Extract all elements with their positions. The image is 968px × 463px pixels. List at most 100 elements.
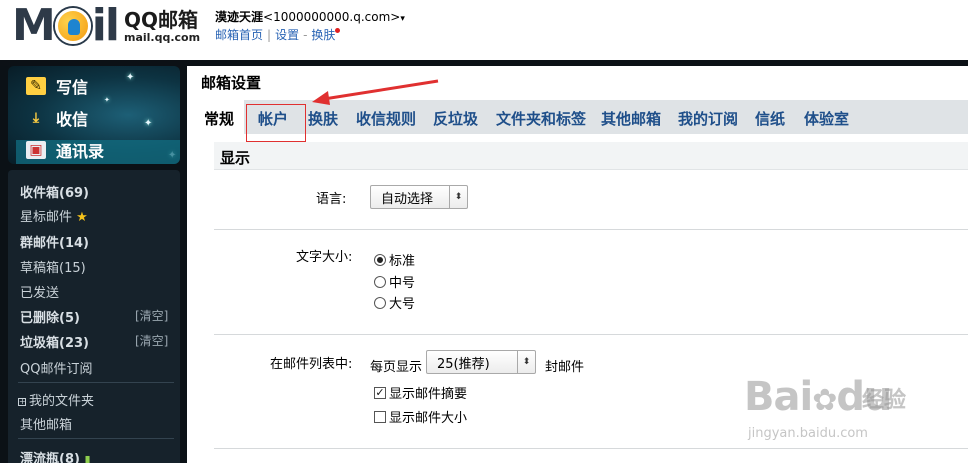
folder-sent[interactable]: 已发送 bbox=[20, 282, 59, 301]
display-section-header: 显示 bbox=[214, 142, 968, 170]
radio-unselected-icon bbox=[374, 275, 386, 288]
star-decoration-icon: ✦ bbox=[126, 72, 135, 83]
logo-letter-m: M bbox=[12, 0, 56, 51]
clear-deleted-link[interactable]: [清空] bbox=[135, 307, 168, 324]
contacts-label: 通讯录 bbox=[56, 142, 105, 161]
inbox-icon: ⤓ bbox=[32, 110, 40, 126]
folder-spam[interactable]: 垃圾箱(23) bbox=[20, 332, 89, 351]
star-icon: ★ bbox=[76, 210, 88, 225]
compose-label: 写信 bbox=[56, 78, 89, 97]
watermark-cn: 经验 bbox=[862, 388, 907, 413]
logo-mascot-icon bbox=[54, 8, 91, 44]
tab-stationery[interactable]: 信纸 bbox=[755, 108, 785, 129]
contacts-button[interactable]: ▣ 通讯录 bbox=[26, 138, 104, 162]
language-label: 语言: bbox=[316, 192, 347, 207]
change-skin-link[interactable]: 换肤 bbox=[311, 28, 335, 42]
folder-divider bbox=[18, 382, 174, 383]
font-size-label: 文字大小: bbox=[296, 250, 353, 265]
tab-skin[interactable]: 换肤 bbox=[308, 108, 338, 129]
per-page-prefix: 每页显示 bbox=[370, 360, 423, 375]
section-title: 显示 bbox=[220, 149, 251, 167]
radio-unselected-icon bbox=[374, 296, 386, 309]
folder-inbox[interactable]: 收件箱(69) bbox=[20, 182, 89, 201]
header-links: 邮箱首页 | 设置 - 换肤 bbox=[215, 26, 341, 43]
per-page-suffix: 封邮件 bbox=[545, 360, 585, 375]
tab-folders-labels[interactable]: 文件夹和标签 bbox=[496, 108, 586, 129]
inbox-button[interactable]: ⤓ 收信 bbox=[26, 106, 88, 130]
brand-domain: mail.qq.com bbox=[124, 31, 201, 44]
folder-subscriptions[interactable]: QQ邮件订阅 bbox=[20, 358, 92, 377]
show-size-label: 显示邮件大小 bbox=[389, 411, 468, 426]
language-select[interactable]: 自动选择 ⬍ bbox=[370, 185, 468, 209]
watermark-url: jingyan.baidu.com bbox=[748, 426, 868, 441]
inbox-label: 收信 bbox=[56, 110, 89, 129]
font-size-medium-label: 中号 bbox=[389, 276, 416, 291]
compose-button[interactable]: ✎ 写信 bbox=[26, 74, 88, 98]
tab-general[interactable]: 常规 bbox=[194, 100, 245, 134]
folder-group-mail[interactable]: 群邮件(14) bbox=[20, 232, 89, 251]
font-size-large-label: 大号 bbox=[389, 297, 416, 312]
user-account-menu[interactable]: 漠迹天涯<1000000000.q.com>▾ bbox=[215, 8, 405, 25]
row-divider bbox=[214, 229, 968, 230]
checkbox-checked-icon: ✓ bbox=[374, 385, 386, 399]
mail-list-label: 在邮件列表中: bbox=[270, 357, 353, 372]
mailbox-home-link[interactable]: 邮箱首页 bbox=[215, 28, 263, 42]
chevron-down-icon[interactable]: ▾ bbox=[400, 14, 405, 24]
settings-link[interactable]: 设置 bbox=[275, 28, 299, 42]
contacts-icon: ▣ bbox=[26, 141, 46, 159]
folder-deleted[interactable]: 已删除(5) bbox=[20, 307, 80, 326]
primary-nav-panel: ✦ ✦ ✦ ✦ ✎ 写信 ⤓ 收信 ▣ 通讯录 bbox=[8, 66, 180, 164]
radio-selected-icon bbox=[374, 253, 386, 266]
sidebar: ✦ ✦ ✦ ✦ ✎ 写信 ⤓ 收信 ▣ 通讯录 收件箱(69) 星标邮件 ★ 群… bbox=[0, 60, 184, 463]
checkbox-unchecked-icon bbox=[374, 410, 386, 423]
select-arrows-icon: ⬍ bbox=[517, 351, 535, 373]
language-select-value: 自动选择 bbox=[381, 191, 434, 207]
user-name: 漠迹天涯 bbox=[215, 10, 264, 24]
font-size-medium-radio[interactable]: 中号 bbox=[374, 272, 415, 291]
my-folders-toggle[interactable]: + 我的文件夹 bbox=[18, 390, 94, 409]
link-separator: | bbox=[267, 28, 272, 42]
tab-other-mailboxes[interactable]: 其他邮箱 bbox=[601, 108, 661, 129]
tab-anti-spam[interactable]: 反垃圾 bbox=[433, 108, 478, 129]
font-size-large-radio[interactable]: 大号 bbox=[374, 293, 415, 312]
paw-icon: ✿ bbox=[812, 383, 837, 418]
clear-spam-link[interactable]: [清空] bbox=[135, 332, 168, 349]
tab-labs[interactable]: 体验室 bbox=[804, 108, 849, 129]
folder-divider bbox=[18, 438, 174, 439]
row-divider bbox=[214, 334, 968, 335]
per-page-select[interactable]: 25(推荐) ⬍ bbox=[426, 350, 536, 374]
font-size-standard-radio[interactable]: 标准 bbox=[374, 250, 415, 269]
folder-other-mail[interactable]: 其他邮箱 bbox=[20, 414, 72, 433]
bottle-icon: ▮ bbox=[84, 453, 91, 463]
show-size-checkbox[interactable]: 显示邮件大小 bbox=[374, 407, 467, 426]
show-summary-checkbox[interactable]: ✓ 显示邮件摘要 bbox=[374, 383, 467, 402]
show-summary-label: 显示邮件摘要 bbox=[389, 387, 468, 402]
baidu-jingyan-watermark: Bai✿du 经验 jingyan.baidu.com bbox=[744, 368, 924, 458]
font-size-standard-label: 标准 bbox=[389, 254, 416, 269]
user-email: <1000000000.q.com> bbox=[263, 10, 401, 24]
drift-bottle-label: 漂流瓶(8) bbox=[20, 452, 80, 463]
page-title: 邮箱设置 bbox=[201, 74, 262, 92]
brand: QQ邮箱 mail.qq.com bbox=[124, 8, 200, 44]
per-page-select-value: 25(推荐) bbox=[437, 356, 490, 372]
pen-icon: ✎ bbox=[26, 77, 46, 95]
qqmail-logo[interactable]: M il bbox=[12, 0, 120, 51]
annotation-highlight-box bbox=[246, 104, 306, 142]
header: M il QQ邮箱 mail.qq.com 漠迹天涯<1000000000.q.… bbox=[0, 0, 968, 60]
brand-title: QQ邮箱 bbox=[124, 8, 199, 32]
select-arrows-icon: ⬍ bbox=[449, 186, 467, 208]
logo-letters-il: il bbox=[91, 0, 120, 51]
tab-subscriptions[interactable]: 我的订阅 bbox=[678, 108, 738, 129]
folder-drift-bottle[interactable]: 漂流瓶(8) ▮ bbox=[20, 448, 91, 463]
star-decoration-icon: ✦ bbox=[104, 96, 110, 104]
annotation-arrow-icon bbox=[312, 79, 439, 105]
notification-dot-icon bbox=[335, 28, 341, 33]
expand-plus-icon: + bbox=[18, 396, 26, 406]
star-decoration-icon: ✦ bbox=[144, 118, 153, 129]
folder-starred[interactable]: 星标邮件 ★ bbox=[20, 206, 88, 225]
tab-receive-rules[interactable]: 收信规则 bbox=[356, 108, 416, 129]
my-folders-label: 我的文件夹 bbox=[29, 394, 95, 409]
folder-drafts[interactable]: 草稿箱(15) bbox=[20, 257, 86, 276]
folder-starred-label: 星标邮件 bbox=[20, 210, 73, 225]
link-separator: - bbox=[303, 28, 308, 42]
